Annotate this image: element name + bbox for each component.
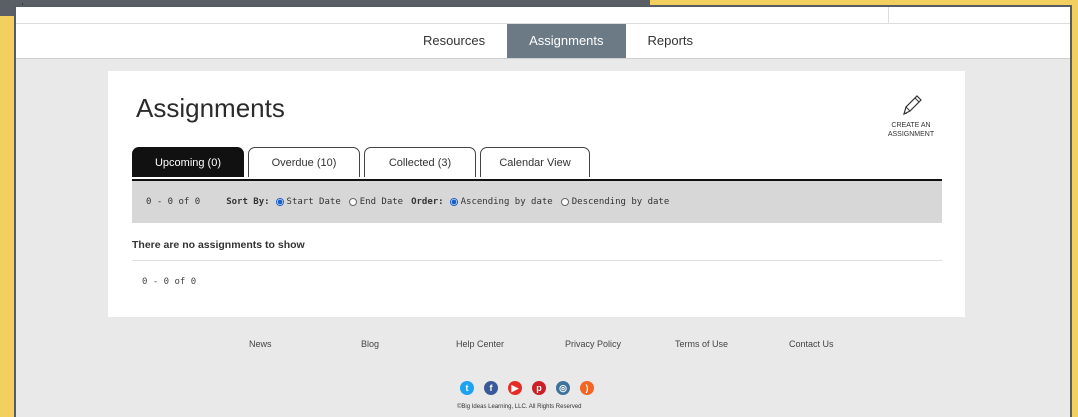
- pinterest-icon[interactable]: p: [532, 381, 546, 395]
- app-window: Resources Assignments Reports Assignment…: [14, 5, 1072, 417]
- footer-link-privacy-policy[interactable]: Privacy Policy: [565, 339, 621, 349]
- instagram-icon[interactable]: ◎: [556, 381, 570, 395]
- facebook-icon[interactable]: f: [484, 381, 498, 395]
- nav-tab-assignments[interactable]: Assignments: [507, 24, 626, 58]
- tab-calendar-view[interactable]: Calendar View: [480, 147, 590, 177]
- radio-unchecked-icon[interactable]: [348, 198, 357, 206]
- radio-checked-icon[interactable]: [449, 198, 458, 206]
- sort-end-date-option[interactable]: End Date: [348, 197, 403, 207]
- rss-icon[interactable]: ): [580, 381, 594, 395]
- radio-unchecked-icon[interactable]: [560, 198, 569, 206]
- tab-overdue[interactable]: Overdue (10): [248, 147, 360, 177]
- filter-bar: 0 - 0 of 0 Sort By: Start Date End Date …: [132, 181, 942, 223]
- nav-tab-reports[interactable]: Reports: [626, 24, 716, 58]
- create-assignment-button[interactable]: CREATE AN ASSIGNMENT: [883, 93, 939, 139]
- social-links: t f ▶ p ◎): [460, 381, 594, 395]
- pencil-icon: [903, 95, 922, 116]
- bottom-result-count: 0 - 0 of 0: [142, 277, 197, 287]
- tab-upcoming[interactable]: Upcoming (0): [132, 147, 244, 177]
- order-ascending-option[interactable]: Ascending by date: [449, 197, 553, 207]
- assignments-panel: Assignments CREATE AN ASSIGNMENT Upcomin…: [108, 71, 965, 317]
- result-count: 0 - 0 of 0: [146, 197, 201, 207]
- copyright: ©Big Ideas Learning, LLC. All Rights Res…: [457, 404, 582, 410]
- footer-link-help-center[interactable]: Help Center: [456, 339, 504, 349]
- youtube-icon[interactable]: ▶: [508, 381, 522, 395]
- tab-collected[interactable]: Collected (3): [364, 147, 476, 177]
- empty-state-message: There are no assignments to show: [132, 239, 305, 251]
- divider: [132, 260, 942, 261]
- order-label: Order:: [411, 197, 444, 207]
- nav-tab-resources[interactable]: Resources: [401, 24, 507, 58]
- window-top-strip: [16, 7, 1070, 24]
- assignment-tabs: Upcoming (0) Overdue (10) Collected (3) …: [132, 147, 942, 181]
- order-descending-option[interactable]: Descending by date: [560, 197, 669, 207]
- page-title: Assignments: [136, 93, 285, 123]
- sort-start-date-option[interactable]: Start Date: [275, 197, 341, 207]
- create-assignment-label: CREATE AN ASSIGNMENT: [887, 122, 935, 138]
- sort-by-label: Sort By:: [226, 197, 270, 207]
- footer-link-contact-us[interactable]: Contact Us: [789, 339, 834, 349]
- footer-link-news[interactable]: News: [249, 339, 272, 349]
- footer-link-blog[interactable]: Blog: [361, 339, 379, 349]
- footer-link-terms-of-use[interactable]: Terms of Use: [675, 339, 728, 349]
- twitter-icon[interactable]: t: [460, 381, 474, 395]
- main-nav: Resources Assignments Reports: [16, 24, 1070, 59]
- radio-checked-icon[interactable]: [275, 198, 284, 206]
